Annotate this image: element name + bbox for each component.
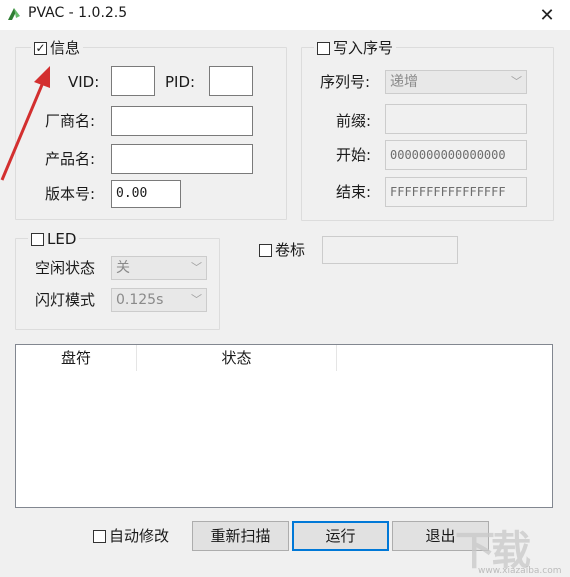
idle-state-select[interactable]: 关 ﹀ — [111, 256, 207, 280]
start-label: 开始: — [336, 146, 372, 164]
end-label: 结束: — [336, 183, 372, 201]
checkbox-unchecked-icon — [259, 243, 272, 257]
auto-modify-label: 自动修改 — [109, 527, 170, 545]
idle-state-value: 关 — [116, 260, 130, 276]
blink-mode-label: 闪灯模式 — [35, 291, 96, 309]
vid-label: VID: — [68, 73, 100, 91]
prefix-input[interactable] — [385, 104, 527, 134]
drive-list[interactable]: 盘符 状态 — [15, 344, 553, 508]
close-button[interactable]: ✕ — [524, 0, 570, 30]
volume-input[interactable] — [322, 236, 458, 264]
vendor-input[interactable] — [111, 106, 253, 136]
pid-label: PID: — [165, 73, 196, 91]
watermark-logo: 下载 — [455, 528, 531, 574]
auto-modify-checkbox[interactable]: 自动修改 — [90, 527, 173, 545]
prefix-label: 前缀: — [336, 112, 372, 130]
info-checkbox-label: 信息 — [50, 39, 81, 57]
blink-mode-value: 0.125s — [116, 292, 164, 308]
checkbox-unchecked-icon — [93, 529, 106, 543]
serial-checkbox-label: 写入序号 — [333, 39, 394, 57]
run-button[interactable]: 运行 — [292, 521, 389, 551]
chevron-down-icon: ﹀ — [191, 261, 202, 274]
checkbox-unchecked-icon — [317, 41, 330, 55]
vid-input[interactable] — [111, 66, 155, 96]
pid-input[interactable] — [209, 66, 253, 96]
product-input[interactable] — [111, 144, 253, 174]
annotation-arrow-icon — [0, 66, 50, 181]
start-input[interactable]: 0000000000000000 — [385, 140, 527, 170]
app-icon — [8, 8, 20, 20]
led-group — [15, 238, 220, 330]
info-checkbox[interactable]: ✓ 信息 — [31, 39, 84, 57]
version-input[interactable]: 0.00 — [111, 180, 181, 208]
column-header-status[interactable]: 状态 — [137, 345, 337, 371]
rescan-button[interactable]: 重新扫描 — [192, 521, 289, 551]
checkbox-unchecked-icon — [31, 232, 44, 246]
close-icon: ✕ — [539, 4, 555, 26]
chevron-down-icon: ﹀ — [511, 75, 522, 88]
led-checkbox-label: LED — [47, 230, 77, 248]
serial-checkbox[interactable]: 写入序号 — [314, 39, 397, 57]
end-input[interactable]: FFFFFFFFFFFFFFFF — [385, 177, 527, 207]
volume-checkbox[interactable]: 卷标 — [256, 241, 309, 259]
blink-mode-select[interactable]: 0.125s ﹀ — [111, 288, 207, 312]
volume-checkbox-label: 卷标 — [275, 241, 306, 259]
idle-state-label: 空闲状态 — [35, 259, 96, 277]
watermark-url: www.xiazaiba.com — [478, 566, 562, 576]
checkbox-checked-icon: ✓ — [34, 40, 47, 55]
column-header-drive[interactable]: 盘符 — [16, 345, 137, 371]
title-bar[interactable]: PVAC - 1.0.2.5 ✕ — [0, 0, 570, 30]
serial-mode-select[interactable]: 递增 ﹀ — [385, 70, 527, 94]
window-title: PVAC - 1.0.2.5 — [28, 5, 128, 21]
serial-mode-value: 递增 — [390, 74, 418, 90]
chevron-down-icon: ﹀ — [191, 293, 202, 306]
led-checkbox[interactable]: LED — [28, 230, 80, 248]
serial-mode-label: 序列号: — [320, 73, 371, 91]
